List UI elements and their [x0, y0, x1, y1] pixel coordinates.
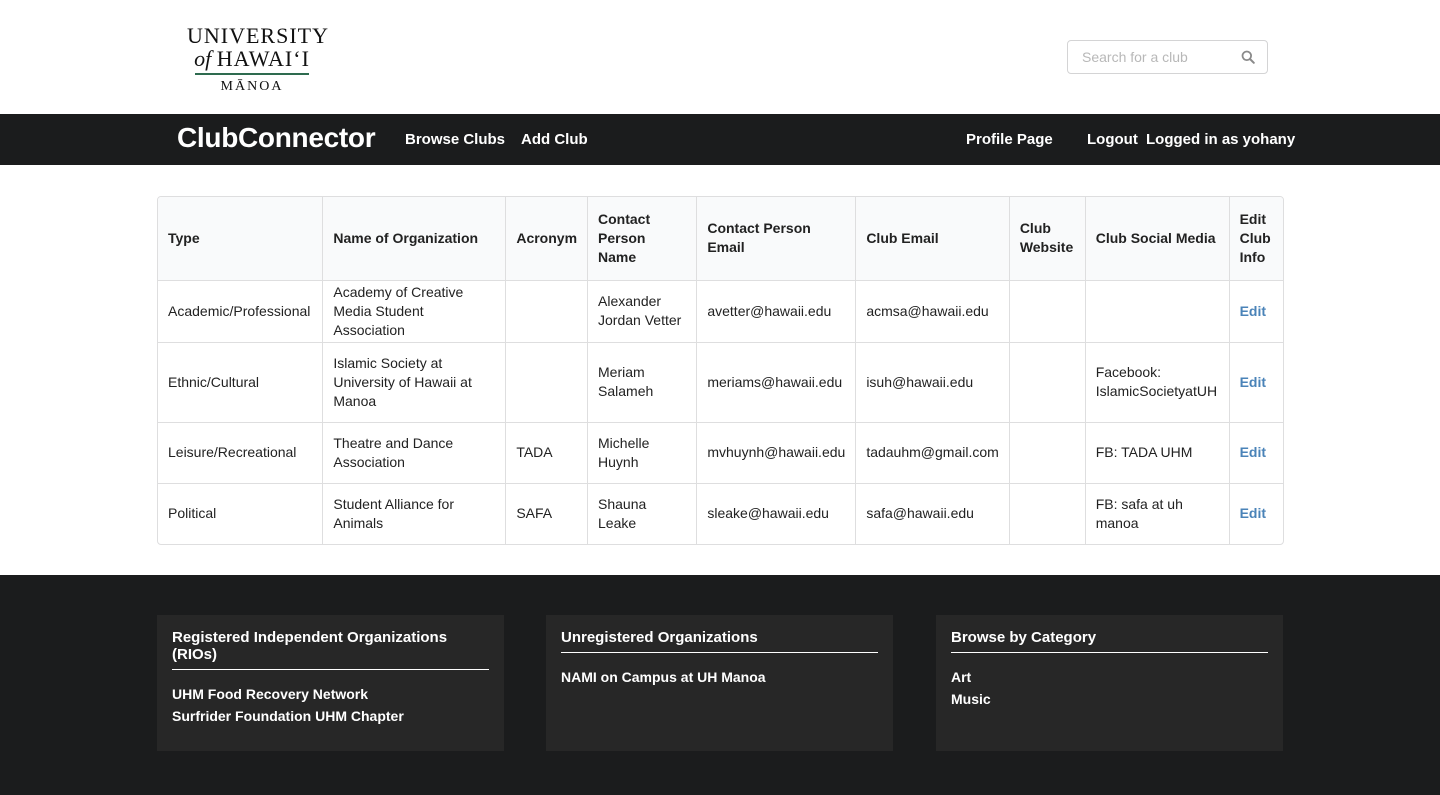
- logo-line-university: UNIVERSITY: [187, 23, 329, 48]
- cell-social: FB: TADA UHM: [1084, 421, 1230, 483]
- cell-contact-name: Alexander Jordan Vetter: [587, 280, 697, 342]
- edit-link[interactable]: Edit: [1240, 303, 1266, 319]
- cell-website: [1008, 280, 1086, 342]
- edit-link[interactable]: Edit: [1240, 505, 1266, 521]
- search-input[interactable]: [1068, 41, 1228, 73]
- cell-name: Theatre and Dance Association: [322, 421, 506, 483]
- site-header: UNIVERSITY of HAWAIʻI MĀNOA: [0, 0, 1440, 114]
- cell-social: FB: safa at uh manoa: [1084, 482, 1230, 544]
- logo-line-hawaii: of HAWAIʻI: [187, 48, 317, 70]
- footer-unregistered-title: Unregistered Organizations: [561, 629, 878, 653]
- column-header-club-email[interactable]: Club Email: [855, 197, 1010, 281]
- footer-rios-panel: Registered Independent Organizations (RI…: [157, 615, 504, 751]
- cell-contact-name: Meriam Salameh: [587, 341, 697, 422]
- cell-club-email: isuh@hawaii.edu: [855, 341, 1010, 422]
- cell-contact-email: mvhuynh@hawaii.edu: [696, 421, 856, 483]
- logo-line-manoa: MĀNOA: [220, 79, 284, 94]
- table-row: Academic/Professional Academy of Creativ…: [158, 280, 1283, 342]
- search-box: [1067, 40, 1268, 74]
- table-row: Political Student Alliance for Animals S…: [158, 482, 1283, 544]
- footer-rios-title: Registered Independent Organizations (RI…: [172, 629, 489, 670]
- nav-browse-clubs[interactable]: Browse Clubs: [405, 131, 505, 148]
- cell-contact-name: Shauna Leake: [587, 482, 697, 544]
- edit-link[interactable]: Edit: [1240, 374, 1266, 390]
- logo-word-of: of: [194, 46, 212, 71]
- clubs-table: Type Name of Organization Acronym Contac…: [158, 197, 1283, 544]
- cell-name: Student Alliance for Animals: [322, 482, 506, 544]
- brand-logo[interactable]: ClubConnector: [177, 122, 376, 154]
- cell-contact-email: sleake@hawaii.edu: [696, 482, 856, 544]
- footer-category-panel: Browse by Category Art Music: [936, 615, 1283, 751]
- cell-social: [1084, 280, 1230, 342]
- table-row: Leisure/Recreational Theatre and Dance A…: [158, 421, 1283, 483]
- clubs-table-container: Type Name of Organization Acronym Contac…: [157, 196, 1284, 545]
- cell-club-email: safa@hawaii.edu: [855, 482, 1010, 544]
- footer-link-art[interactable]: Art: [951, 666, 1268, 688]
- column-header-edit[interactable]: Edit Club Info: [1228, 197, 1283, 281]
- footer-link-music[interactable]: Music: [951, 688, 1268, 710]
- column-header-contact-name[interactable]: Contact Person Name: [587, 197, 697, 281]
- footer-unregistered-panel: Unregistered Organizations NAMI on Campu…: [546, 615, 893, 751]
- cell-type: Ethnic/Cultural: [158, 341, 323, 422]
- cell-contact-email: meriams@hawaii.edu: [696, 341, 856, 422]
- cell-type: Leisure/Recreational: [158, 421, 323, 483]
- main-navbar: ClubConnector Browse Clubs Add Club Prof…: [0, 114, 1440, 165]
- cell-edit: Edit: [1228, 280, 1283, 342]
- cell-social: Facebook: IslamicSocietyatUH: [1084, 341, 1230, 422]
- column-header-type[interactable]: Type: [158, 197, 323, 281]
- cell-contact-email: avetter@hawaii.edu: [696, 280, 856, 342]
- logged-in-user: Logged in as yohany: [1146, 131, 1296, 148]
- logo-word-hawaii: HAWAIʻI: [216, 46, 310, 71]
- logo-rule: [195, 73, 309, 75]
- cell-type: Academic/Professional: [168, 302, 311, 319]
- column-header-club-website[interactable]: Club Website: [1008, 197, 1086, 281]
- nav-logout[interactable]: Logout: [1087, 131, 1138, 148]
- cell-acronym: SAFA: [505, 482, 588, 544]
- cell-club-email: tadauhm@gmail.com: [855, 421, 1010, 483]
- cell-website: [1008, 421, 1086, 483]
- site-footer: Registered Independent Organizations (RI…: [0, 575, 1440, 795]
- nav-add-club[interactable]: Add Club: [521, 131, 588, 148]
- cell-website: [1008, 482, 1086, 544]
- university-logo[interactable]: UNIVERSITY of HAWAIʻI MĀNOA: [187, 23, 329, 95]
- cell-acronym: [505, 341, 588, 422]
- footer-category-title: Browse by Category: [951, 629, 1268, 653]
- cell-type: Political: [158, 482, 323, 544]
- cell-acronym: TADA: [505, 421, 588, 483]
- nav-profile-page[interactable]: Profile Page: [966, 131, 1053, 148]
- cell-club-email: acmsa@hawaii.edu: [855, 280, 1010, 342]
- footer-link-surfrider[interactable]: Surfrider Foundation UHM Chapter: [172, 705, 489, 727]
- cell-acronym: [505, 280, 588, 342]
- cell-name: Academy of Creative Media Student Associ…: [322, 280, 506, 342]
- cell-edit: Edit: [1228, 482, 1283, 544]
- cell-contact-name: Michelle Huynh: [587, 421, 697, 483]
- table-header-row: Type Name of Organization Acronym Contac…: [158, 197, 1283, 281]
- table-row: Ethnic/Cultural Islamic Society at Unive…: [158, 341, 1283, 422]
- column-header-acronym[interactable]: Acronym: [505, 197, 588, 281]
- cell-edit: Edit: [1228, 421, 1283, 483]
- cell-website: [1008, 341, 1086, 422]
- edit-link[interactable]: Edit: [1240, 444, 1266, 460]
- search-icon[interactable]: [1241, 50, 1255, 64]
- footer-link-food-recovery[interactable]: UHM Food Recovery Network: [172, 683, 489, 705]
- cell-name: Islamic Society at University of Hawaii …: [322, 341, 506, 422]
- footer-link-nami[interactable]: NAMI on Campus at UH Manoa: [561, 666, 878, 688]
- column-header-name[interactable]: Name of Organization: [322, 197, 506, 281]
- column-header-contact-email[interactable]: Contact Person Email: [696, 197, 856, 281]
- cell-edit: Edit: [1228, 341, 1283, 422]
- column-header-social-media[interactable]: Club Social Media: [1084, 197, 1230, 281]
